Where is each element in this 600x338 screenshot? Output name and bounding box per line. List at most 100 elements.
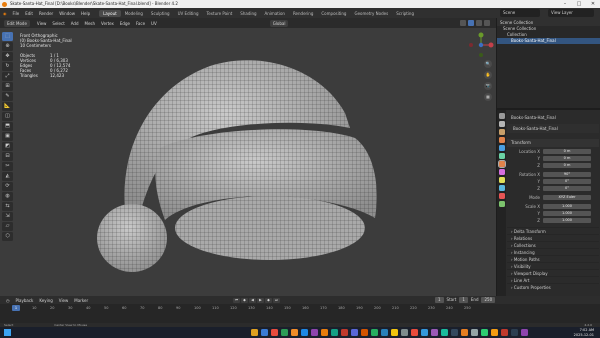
taskbar-app-icon[interactable] bbox=[431, 329, 438, 336]
menu-file[interactable]: File bbox=[10, 11, 23, 16]
render-tab-icon[interactable] bbox=[498, 121, 505, 127]
viewport-menu-add[interactable]: Add bbox=[68, 21, 82, 26]
inset-icon[interactable]: ▣ bbox=[2, 132, 13, 141]
rotation-y-field[interactable]: 0° bbox=[543, 178, 591, 184]
rip-icon[interactable]: ⬡ bbox=[2, 232, 13, 241]
modifier-tab-icon[interactable] bbox=[498, 169, 505, 175]
taskbar-app-icon[interactable] bbox=[451, 329, 458, 336]
camera-icon[interactable]: 📷 bbox=[484, 82, 492, 90]
close-button[interactable]: ✕ bbox=[586, 0, 600, 8]
timeline-menu-view[interactable]: View bbox=[56, 298, 72, 303]
tab-animation[interactable]: Animation bbox=[261, 10, 289, 17]
viewport-menu-uv[interactable]: UV bbox=[148, 21, 160, 26]
taskbar-app-icon[interactable] bbox=[391, 329, 398, 336]
location-z-field[interactable]: 0 m bbox=[543, 162, 591, 168]
edge-slide-icon[interactable]: ⇆ bbox=[2, 202, 13, 211]
pan-hand-icon[interactable]: ✋ bbox=[484, 71, 492, 79]
location-x-field[interactable]: 0 m bbox=[543, 148, 591, 154]
scale-x-field[interactable]: 1.000 bbox=[543, 203, 591, 209]
tab-sculpting[interactable]: Sculpting bbox=[147, 10, 174, 17]
cursor-icon[interactable]: ⊕ bbox=[2, 42, 13, 51]
taskbar-app-icon[interactable] bbox=[461, 329, 468, 336]
taskbar-app-icon[interactable] bbox=[481, 329, 488, 336]
taskbar-app-icon[interactable] bbox=[341, 329, 348, 336]
menu-help[interactable]: Help bbox=[78, 11, 93, 16]
taskbar-app-icon[interactable] bbox=[381, 329, 388, 336]
grid-icon[interactable]: ▦ bbox=[484, 93, 492, 101]
knife-icon[interactable]: ✂ bbox=[2, 162, 13, 171]
minimize-button[interactable]: – bbox=[558, 0, 572, 8]
timeline-menu-marker[interactable]: Marker bbox=[71, 298, 91, 303]
tab-compositing[interactable]: Compositing bbox=[317, 10, 350, 17]
move-icon[interactable]: ✥ bbox=[2, 52, 13, 61]
viewport-menu-edge[interactable]: Edge bbox=[117, 21, 133, 26]
taskbar-app-icon[interactable] bbox=[261, 329, 268, 336]
taskbar-app-icon[interactable] bbox=[421, 329, 428, 336]
constraints-tab-icon[interactable] bbox=[498, 193, 505, 199]
axis-x-icon[interactable] bbox=[488, 42, 494, 48]
extrude-icon[interactable]: ⬒ bbox=[2, 122, 13, 131]
taskbar-app-icon[interactable] bbox=[321, 329, 328, 336]
scale-y-field[interactable]: 1.000 bbox=[543, 210, 591, 216]
prev-keyframe-icon[interactable]: ◆ bbox=[241, 297, 248, 303]
viewport-menu-view[interactable]: View bbox=[34, 21, 50, 26]
spin-icon[interactable]: ⟳ bbox=[2, 182, 13, 191]
taskbar-app-icon[interactable] bbox=[281, 329, 288, 336]
taskbar-app-icon[interactable] bbox=[251, 329, 258, 336]
menu-edit[interactable]: Edit bbox=[22, 11, 36, 16]
taskbar-app-icon[interactable] bbox=[511, 329, 518, 336]
material-shading-button[interactable] bbox=[476, 20, 482, 26]
start-frame-field[interactable]: 1 bbox=[459, 297, 468, 303]
tab-shading[interactable]: Shading bbox=[236, 10, 260, 17]
blender-menu-icon[interactable]: ◉ bbox=[0, 11, 10, 16]
object-name-field[interactable]: Books-Santa-Hat_Final bbox=[507, 124, 599, 133]
rendered-shading-button[interactable] bbox=[484, 20, 490, 26]
tab-scripting[interactable]: Scripting bbox=[392, 10, 418, 17]
section-custom-properties[interactable]: › Custom Properties bbox=[507, 283, 599, 290]
output-tab-icon[interactable] bbox=[498, 129, 505, 135]
tab-texture-paint[interactable]: Texture Paint bbox=[202, 10, 236, 17]
transform-icon[interactable]: ⊞ bbox=[2, 82, 13, 91]
play-reverse-icon[interactable]: ◀ bbox=[249, 297, 256, 303]
shrink-icon[interactable]: ⇲ bbox=[2, 212, 13, 221]
axis-y-icon[interactable] bbox=[478, 42, 484, 48]
add-cube-icon[interactable]: ◫ bbox=[2, 112, 13, 121]
taskbar-app-icon[interactable] bbox=[471, 329, 478, 336]
annotate-icon[interactable]: ✎ bbox=[2, 92, 13, 101]
taskbar-app-icon[interactable] bbox=[411, 329, 418, 336]
playhead[interactable]: 1 bbox=[12, 305, 20, 311]
windows-start-icon[interactable] bbox=[4, 329, 11, 336]
bevel-icon[interactable]: ◩ bbox=[2, 142, 13, 151]
mode-dropdown[interactable]: Edit Mode bbox=[4, 19, 30, 27]
section-delta-transform[interactable]: › Delta Transform bbox=[507, 227, 599, 234]
taskbar-app-icon[interactable] bbox=[521, 329, 528, 336]
shear-icon[interactable]: ▱ bbox=[2, 222, 13, 231]
axis-neg-z-icon[interactable] bbox=[479, 53, 483, 57]
section-line-art[interactable]: › Line Art bbox=[507, 276, 599, 283]
tab-rendering[interactable]: Rendering bbox=[289, 10, 317, 17]
zoom-icon[interactable]: 🔍 bbox=[484, 60, 492, 68]
rotation-z-field[interactable]: 0° bbox=[543, 185, 591, 191]
object-tab-icon[interactable] bbox=[497, 160, 506, 168]
tab-uv-editing[interactable]: UV Editing bbox=[174, 10, 203, 17]
menu-window[interactable]: Window bbox=[56, 11, 78, 16]
viewport-menu-select[interactable]: Select bbox=[49, 21, 67, 26]
viewport-menu-vertex[interactable]: Vertex bbox=[98, 21, 117, 26]
menu-render[interactable]: Render bbox=[36, 11, 56, 16]
viewport-menu-face[interactable]: Face bbox=[133, 21, 148, 26]
rotation-mode-dropdown[interactable]: XYZ Euler bbox=[543, 194, 591, 200]
jump-start-icon[interactable]: ⏮ bbox=[233, 297, 240, 303]
view-layer-selector[interactable]: View Layer bbox=[548, 9, 594, 17]
loopcut-icon[interactable]: ⊟ bbox=[2, 152, 13, 161]
timeline-editor-icon[interactable]: ◷ bbox=[3, 298, 13, 303]
section-relations[interactable]: › Relations bbox=[507, 234, 599, 241]
timeline-menu-keying[interactable]: Keying bbox=[36, 298, 55, 303]
maximize-button[interactable]: □ bbox=[572, 0, 586, 8]
taskbar-app-icon[interactable] bbox=[501, 329, 508, 336]
smooth-icon[interactable]: ◍ bbox=[2, 192, 13, 201]
timeline-menu-playback[interactable]: Playback bbox=[13, 298, 37, 303]
scale-icon[interactable]: ⤢ bbox=[2, 72, 13, 81]
navigation-gizmo[interactable] bbox=[468, 32, 494, 58]
section-motion-paths[interactable]: › Motion Paths bbox=[507, 255, 599, 262]
taskbar-app-icon[interactable] bbox=[441, 329, 448, 336]
